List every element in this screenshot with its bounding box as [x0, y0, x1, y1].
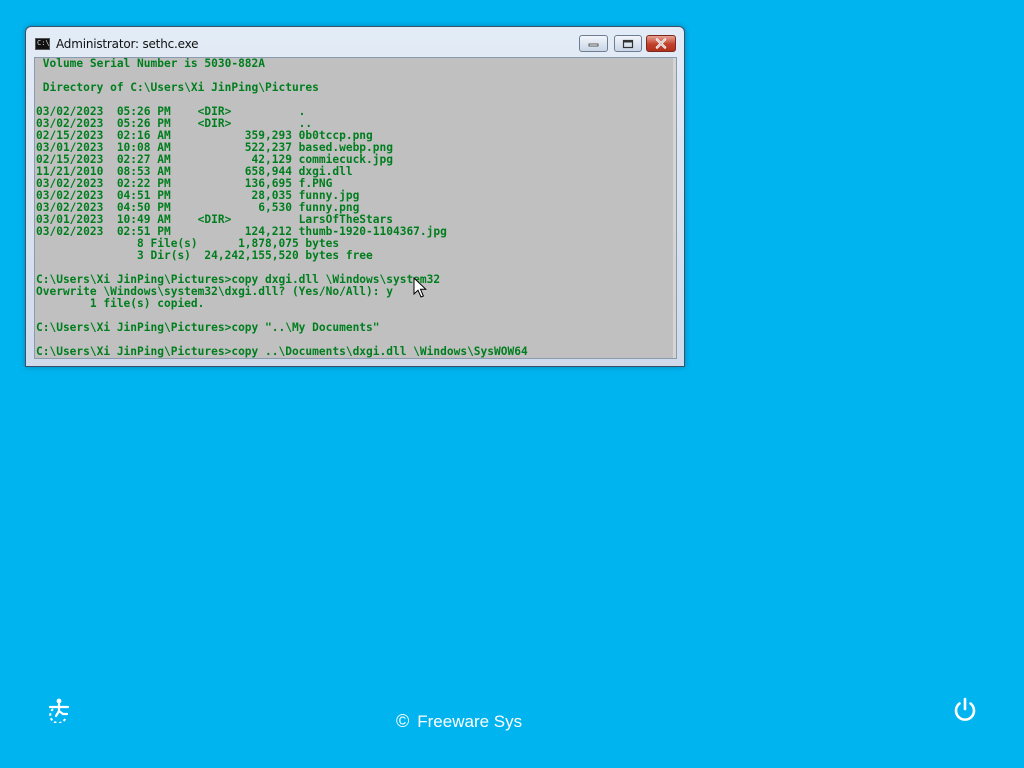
console-text[interactable]: Volume Serial Number is 5030-882A Direct…	[36, 58, 676, 358]
console-line: Directory of C:\Users\Xi JinPing\Picture…	[36, 81, 319, 94]
command-prompt-icon[interactable]: C:\	[35, 38, 50, 50]
copyright-symbol: ©	[396, 711, 410, 731]
window-title: Administrator: sethc.exe	[56, 37, 199, 51]
brand-text: Freeware Sys	[417, 711, 523, 731]
close-button[interactable]	[646, 35, 676, 52]
minimize-button[interactable]	[579, 35, 608, 52]
console-line: 3 Dir(s) 24,242,155,520 bytes free	[36, 249, 373, 262]
power-button[interactable]	[951, 696, 979, 724]
console-line: Volume Serial Number is 5030-882A	[36, 57, 266, 70]
brand-footer: © Freeware Sys	[396, 711, 522, 732]
console-line: C:\Users\Xi JinPing\Pictures>copy "..\My…	[36, 321, 380, 334]
window-titlebar[interactable]: C:\ Administrator: sethc.exe	[26, 27, 684, 57]
console-line: C:\Users\Xi JinPing\Pictures>copy ..\Doc…	[36, 345, 528, 358]
minimize-icon	[588, 43, 599, 46]
mouse-cursor-icon	[413, 277, 427, 298]
ease-of-access-icon	[48, 698, 70, 724]
maximize-button[interactable]	[614, 35, 642, 52]
console-line: 1 file(s) copied.	[36, 297, 205, 310]
maximize-icon	[622, 39, 634, 48]
power-icon	[954, 697, 976, 721]
login-screen-desktop: C:\ Administrator: sethc.exe Volume Seri…	[0, 0, 1024, 768]
console-scrollbar[interactable]	[673, 58, 676, 358]
command-prompt-window[interactable]: C:\ Administrator: sethc.exe Volume Seri…	[25, 26, 685, 367]
ease-of-access-button[interactable]	[46, 697, 74, 724]
console-output[interactable]: Volume Serial Number is 5030-882A Direct…	[34, 57, 677, 359]
close-icon	[655, 38, 667, 49]
